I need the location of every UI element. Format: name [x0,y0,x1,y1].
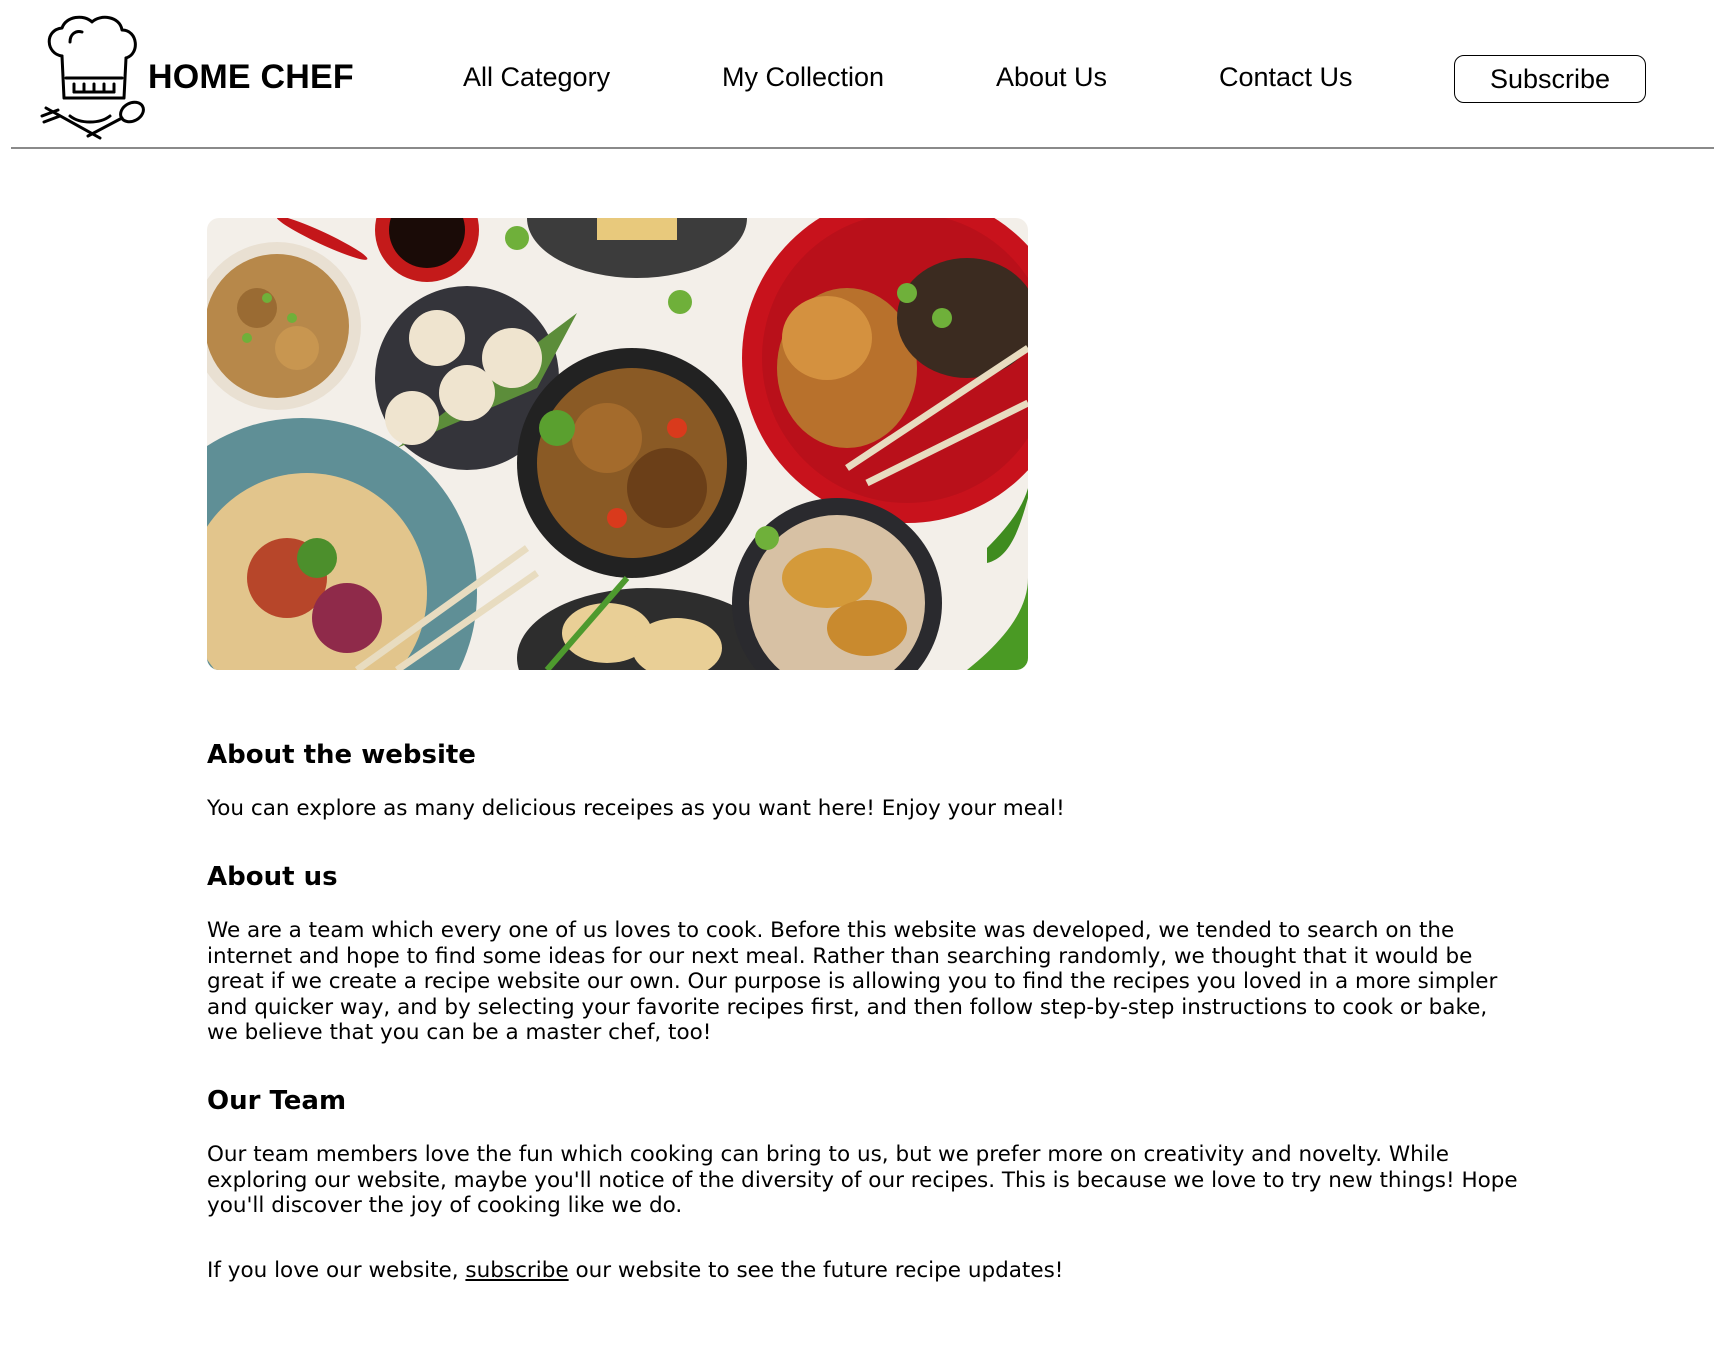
brand-name[interactable]: HOME CHEF [148,58,354,97]
nav-my-collection[interactable]: My Collection [722,62,884,93]
hero-food-image [207,218,1028,670]
header-divider [11,147,1714,149]
our-team-text: Our team members love the fun which cook… [207,1142,1518,1218]
nav-contact-us[interactable]: Contact Us [1219,62,1353,93]
chef-hat-utensils-icon[interactable] [40,12,148,142]
about-us-heading: About us [207,862,338,892]
cta-suffix: our website to see the future recipe upd… [568,1258,1064,1283]
about-website-heading: About the website [207,740,476,770]
subscribe-link[interactable]: subscribe [465,1258,568,1283]
nav-all-category[interactable]: All Category [463,62,610,93]
subscribe-button[interactable]: Subscribe [1454,55,1646,103]
subscribe-cta: If you love our website, subscribe our w… [207,1258,1063,1284]
about-us-text: We are a team which every one of us love… [207,918,1498,1045]
our-team-heading: Our Team [207,1086,347,1116]
cta-prefix: If you love our website, [207,1258,466,1283]
site-header: HOME CHEF All Category My Collection Abo… [0,0,1722,150]
nav-about-us[interactable]: About Us [996,62,1107,93]
about-website-text: You can explore as many delicious receip… [207,796,1065,821]
